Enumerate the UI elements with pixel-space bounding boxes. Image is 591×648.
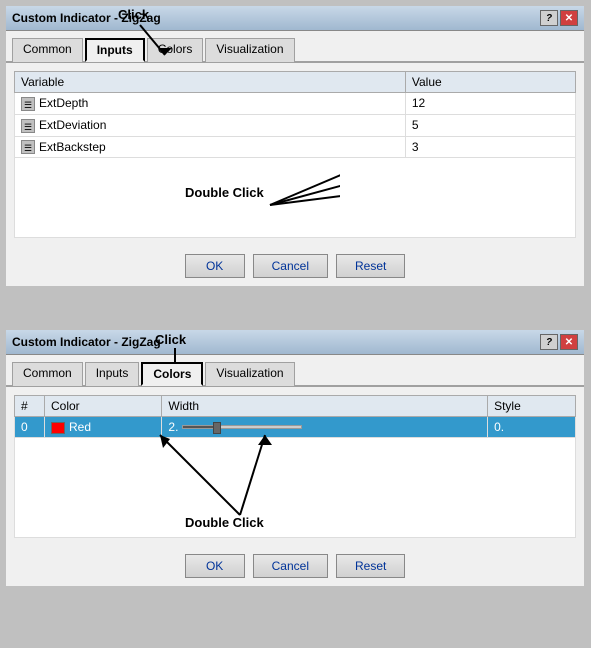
bottom-dialog-content: # Color Width Style 0 Red 2. xyxy=(6,387,584,546)
col-value: Value xyxy=(405,72,575,93)
tab-colors[interactable]: Colors xyxy=(147,38,204,62)
bottom-dialog-footer: OK Cancel Reset xyxy=(6,546,584,586)
table-row[interactable]: ☰ExtDeviation 5 xyxy=(15,114,576,136)
top-dblclick-label: Double Click xyxy=(185,185,264,200)
table-row[interactable]: ☰ExtBackstep 3 xyxy=(15,136,576,158)
bottom-dialog-titlebar: Custom Indicator - ZigZag ? ✕ xyxy=(6,330,584,355)
bottom-tab-inputs[interactable]: Inputs xyxy=(85,362,140,386)
bottom-cancel-button[interactable]: Cancel xyxy=(253,554,328,578)
value-cell: 3 xyxy=(405,136,575,158)
variable-cell: ☰ExtBackstep xyxy=(15,136,406,158)
row-icon: ☰ xyxy=(21,140,35,154)
value-cell: 12 xyxy=(405,93,575,115)
tab-inputs[interactable]: Inputs xyxy=(85,38,145,62)
width-slider-cell: 2. xyxy=(168,420,481,434)
col-index: # xyxy=(15,396,45,417)
bottom-tabs-row: Common Inputs Colors Visualization xyxy=(6,355,584,387)
index-cell: 0 xyxy=(15,417,45,438)
empty-row xyxy=(15,158,576,238)
bottom-tab-common[interactable]: Common xyxy=(12,362,83,386)
col-color: Color xyxy=(45,396,162,417)
slider-thumb[interactable] xyxy=(213,422,221,434)
bottom-dialog-title: Custom Indicator - ZigZag xyxy=(12,335,161,349)
style-cell: 0. xyxy=(488,417,576,438)
ok-button[interactable]: OK xyxy=(185,254,245,278)
col-variable: Variable xyxy=(15,72,406,93)
close-button[interactable]: ✕ xyxy=(560,10,578,26)
col-style: Style xyxy=(488,396,576,417)
col-width: Width xyxy=(162,396,488,417)
bottom-titlebar-buttons: ? ✕ xyxy=(540,334,578,350)
tab-common[interactable]: Common xyxy=(12,38,83,62)
reset-button[interactable]: Reset xyxy=(336,254,405,278)
tab-visualization[interactable]: Visualization xyxy=(205,38,294,62)
top-dialog-titlebar: Custom Indicator - ZigZag ? ✕ xyxy=(6,6,584,31)
value-cell: 5 xyxy=(405,114,575,136)
width-slider[interactable] xyxy=(182,425,302,429)
color-swatch xyxy=(51,422,65,434)
top-tabs-row: Common Inputs Colors Visualization xyxy=(6,31,584,63)
titlebar-buttons: ? ✕ xyxy=(540,10,578,26)
cancel-button[interactable]: Cancel xyxy=(253,254,328,278)
row-icon: ☰ xyxy=(21,119,35,133)
color-table-row[interactable]: 0 Red 2. xyxy=(15,417,576,438)
page-wrapper: Custom Indicator - ZigZag ? ✕ Common Inp… xyxy=(0,0,591,648)
bottom-ok-button[interactable]: OK xyxy=(185,554,245,578)
bottom-click-label: Click xyxy=(155,332,186,347)
bottom-tab-visualization[interactable]: Visualization xyxy=(205,362,294,386)
bottom-reset-button[interactable]: Reset xyxy=(336,554,405,578)
top-dialog-footer: OK Cancel Reset xyxy=(6,246,584,286)
inputs-table: Variable Value ☰ExtDepth 12 ☰ExtDeviatio… xyxy=(14,71,576,238)
variable-cell: ☰ExtDeviation xyxy=(15,114,406,136)
bottom-tab-colors[interactable]: Colors xyxy=(141,362,203,386)
empty-row xyxy=(15,438,576,538)
help-button[interactable]: ? xyxy=(540,10,558,26)
bottom-help-button[interactable]: ? xyxy=(540,334,558,350)
top-dialog-content: Variable Value ☰ExtDepth 12 ☰ExtDeviatio… xyxy=(6,63,584,246)
table-row[interactable]: ☰ExtDepth 12 xyxy=(15,93,576,115)
bottom-close-button[interactable]: ✕ xyxy=(560,334,578,350)
row-icon: ☰ xyxy=(21,97,35,111)
top-click-label: Click xyxy=(118,7,149,22)
top-dialog: Custom Indicator - ZigZag ? ✕ Common Inp… xyxy=(6,6,584,286)
bottom-dialog: Custom Indicator - ZigZag ? ✕ Common Inp… xyxy=(6,330,584,586)
bottom-dblclick-label: Double Click xyxy=(185,515,264,530)
colors-table: # Color Width Style 0 Red 2. xyxy=(14,395,576,538)
width-cell: 2. xyxy=(162,417,488,438)
color-cell: Red xyxy=(45,417,162,438)
variable-cell: ☰ExtDepth xyxy=(15,93,406,115)
